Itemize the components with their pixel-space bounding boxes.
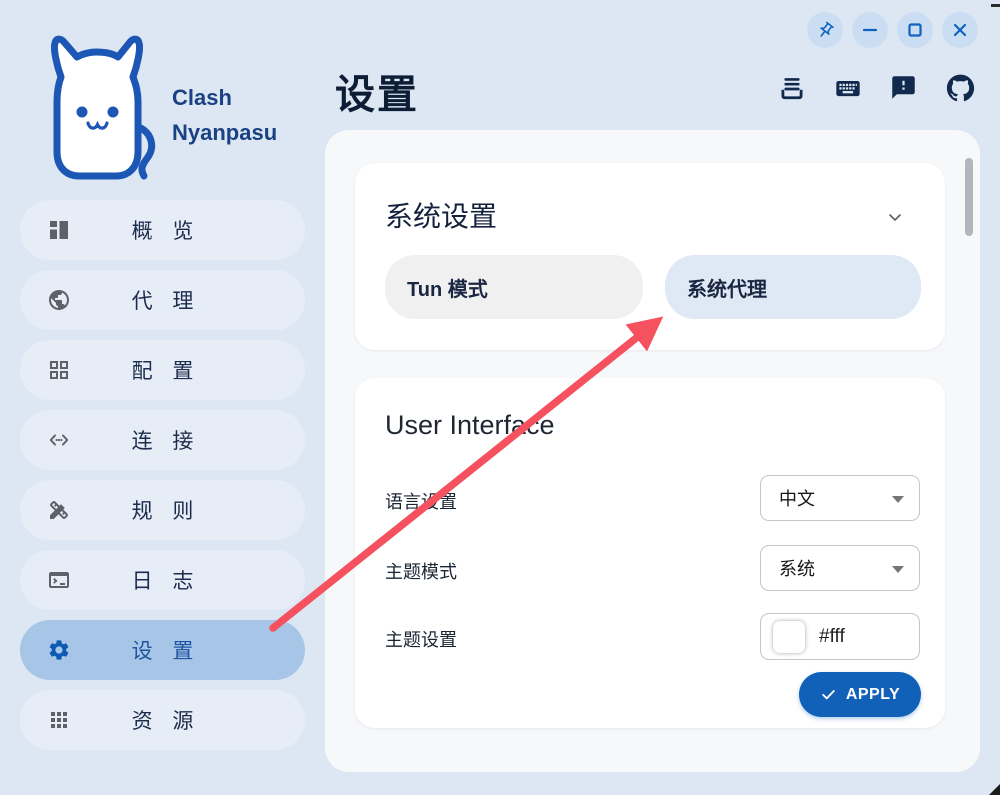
theme-color-value: #fff — [819, 626, 845, 648]
dropdown-arrow-icon — [892, 496, 904, 503]
hotkeys-button[interactable] — [834, 74, 862, 102]
sidebar-item-profiles[interactable]: 配 置 — [20, 340, 305, 400]
clash-nyanpasu-window: { "window": { "controls": { "pin": "pin"… — [0, 0, 1000, 795]
sidebar-item-label: 代 理 — [20, 285, 305, 315]
theme-mode-label: 主题模式 — [385, 558, 457, 584]
system-proxy-button[interactable]: 系统代理 — [665, 255, 921, 319]
dropdown-arrow-icon — [892, 566, 904, 573]
scrollbar-thumb[interactable] — [965, 158, 973, 236]
close-button[interactable] — [942, 12, 978, 48]
github-button[interactable] — [946, 74, 974, 102]
sidebar-item-proxies[interactable]: 代 理 — [20, 270, 305, 330]
sidebar-item-label: 连 接 — [20, 425, 305, 455]
sidebar-item-rules[interactable]: 规 则 — [20, 480, 305, 540]
sidebar-item-label: 概 览 — [20, 215, 305, 245]
sidebar-item-logs[interactable]: 日 志 — [20, 550, 305, 610]
color-swatch[interactable] — [773, 621, 805, 653]
sidebar-item-label: 规 则 — [20, 495, 305, 525]
cat-eye — [77, 107, 88, 118]
feedback-button[interactable] — [890, 74, 918, 102]
check-icon — [820, 686, 837, 703]
app-title-line2: Nyanpasu — [172, 115, 277, 150]
tun-mode-button[interactable]: Tun 模式 — [385, 255, 643, 319]
keyboard-icon — [834, 74, 862, 102]
feedback-icon — [890, 74, 917, 101]
minimize-button[interactable] — [852, 12, 888, 48]
theme-mode-select[interactable]: 系统 — [760, 545, 920, 591]
language-select-value: 中文 — [779, 485, 815, 511]
sidebar-item-settings[interactable]: 设 置 — [20, 620, 305, 680]
apply-button-label: APPLY — [846, 686, 900, 704]
language-select[interactable]: 中文 — [760, 475, 920, 521]
theme-mode-select-value: 系统 — [779, 555, 815, 581]
collapse-card-button[interactable] — [883, 205, 907, 229]
maximize-icon — [906, 21, 924, 39]
settings-content-panel: 系统设置 Tun 模式 系统代理 User Interface 语言设置 中文 … — [325, 130, 980, 772]
cat-eye — [108, 107, 119, 118]
system-settings-title: 系统设置 — [385, 195, 497, 235]
sidebar-item-label: 设 置 — [20, 635, 305, 665]
window-controls — [807, 12, 978, 48]
sidebar-item-connections[interactable]: 连 接 — [20, 410, 305, 470]
close-icon — [951, 21, 969, 39]
system-settings-card: 系统设置 Tun 模式 系统代理 — [355, 163, 945, 350]
page-title: 设置 — [335, 62, 419, 120]
maximize-button[interactable] — [897, 12, 933, 48]
sidebar-item-providers[interactable]: 资 源 — [20, 690, 305, 750]
app-title-line1: Clash — [172, 80, 277, 115]
theme-color-field[interactable]: #fff — [760, 613, 920, 660]
tray-lines-icon — [778, 74, 806, 102]
sidebar-item-label: 配 置 — [20, 355, 305, 385]
screen-edge-artifact — [991, 4, 1000, 7]
pin-icon — [816, 21, 835, 40]
nyanpasu-cat-logo — [30, 33, 162, 183]
pin-window-button[interactable] — [807, 12, 843, 48]
github-icon — [946, 74, 975, 103]
sidebar: 概 览 代 理 配 置 连 接 规 则 日 志 设 置 — [20, 200, 305, 760]
lightweight-mode-button[interactable] — [778, 74, 806, 102]
language-setting-label: 语言设置 — [385, 488, 457, 514]
sidebar-item-label: 日 志 — [20, 565, 305, 595]
sidebar-item-label: 资 源 — [20, 705, 305, 735]
user-interface-card: User Interface 语言设置 中文 主题模式 系统 主题设置 #fff… — [355, 378, 945, 728]
window-resize-grip[interactable] — [989, 784, 1000, 795]
sidebar-item-overview[interactable]: 概 览 — [20, 200, 305, 260]
minimize-icon — [861, 21, 879, 39]
user-interface-title: User Interface — [385, 410, 555, 441]
header-toolbar — [778, 74, 974, 102]
chevron-down-icon — [883, 205, 907, 229]
theme-setting-label: 主题设置 — [385, 626, 457, 652]
apply-button[interactable]: APPLY — [799, 672, 921, 717]
app-title: Clash Nyanpasu — [172, 80, 277, 150]
